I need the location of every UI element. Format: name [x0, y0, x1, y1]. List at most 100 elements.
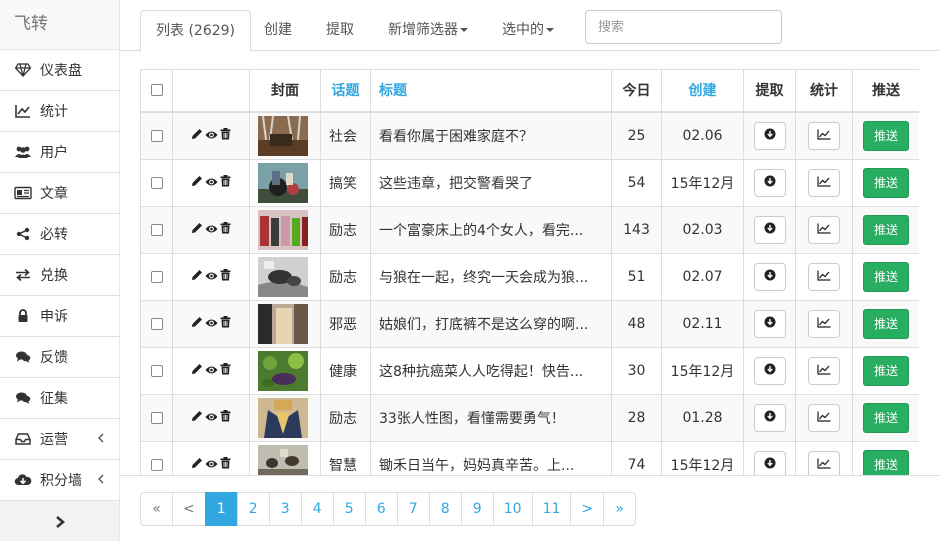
sidebar-item-appeal[interactable]: 申诉 — [0, 296, 119, 337]
page-button[interactable]: 6 — [364, 492, 398, 526]
stats-button[interactable] — [808, 450, 840, 475]
push-button[interactable]: 推送 — [863, 308, 909, 339]
trash-icon[interactable] — [220, 362, 231, 379]
search-input[interactable] — [585, 10, 782, 44]
extract-button[interactable] — [753, 121, 786, 150]
title-cell[interactable]: 看看你属于困难家庭不？ — [370, 111, 612, 160]
trash-icon[interactable] — [220, 409, 231, 426]
eye-icon[interactable] — [205, 175, 218, 191]
row-checkbox[interactable] — [150, 129, 163, 142]
stats-button[interactable] — [808, 403, 840, 432]
page-button[interactable]: 1 — [204, 492, 238, 526]
tab-list[interactable]: 列表 (2629) — [140, 10, 252, 52]
page-button[interactable]: 3 — [268, 492, 302, 526]
cover-image[interactable] — [258, 256, 308, 297]
trash-icon[interactable] — [220, 315, 231, 332]
next-page-button[interactable]: > — [570, 492, 605, 526]
cover-image[interactable] — [258, 115, 308, 156]
extract-button[interactable] — [753, 168, 786, 197]
created-header[interactable]: 创建 — [661, 69, 744, 113]
extract-button[interactable] — [753, 309, 786, 338]
last-page-button[interactable]: » — [603, 492, 637, 526]
stats-button[interactable] — [808, 356, 840, 385]
pencil-icon[interactable] — [191, 363, 203, 379]
extract-button[interactable] — [753, 262, 786, 291]
sidebar-collapse-button[interactable] — [0, 501, 119, 541]
pencil-icon[interactable] — [191, 269, 203, 285]
pencil-icon[interactable] — [191, 128, 203, 144]
sidebar-item-points-wall[interactable]: 积分墙 — [0, 460, 119, 501]
title-cell[interactable]: 与狼在一起，终究一天会成为狼... — [370, 252, 612, 301]
row-checkbox[interactable] — [150, 364, 163, 377]
extract-button[interactable] — [753, 215, 786, 244]
extract-button[interactable] — [753, 356, 786, 385]
push-button[interactable]: 推送 — [863, 402, 909, 433]
page-button[interactable]: 4 — [300, 492, 334, 526]
sidebar-item-operations[interactable]: 运营 — [0, 419, 119, 460]
trash-icon[interactable] — [220, 456, 231, 473]
tab-extract[interactable]: 提取 — [311, 10, 369, 51]
sidebar-item-exchange[interactable]: 兑换 — [0, 255, 119, 296]
stats-button[interactable] — [808, 215, 840, 244]
title-cell[interactable]: 一个富豪床上的4个女人，看完... — [370, 205, 612, 254]
sidebar-item-must-share[interactable]: 必转 — [0, 214, 119, 255]
row-checkbox[interactable] — [150, 176, 163, 189]
sidebar-item-collect[interactable]: 征集 — [0, 378, 119, 419]
page-button[interactable]: 8 — [428, 492, 462, 526]
eye-icon[interactable] — [205, 363, 218, 379]
pencil-icon[interactable] — [191, 222, 203, 238]
title-header[interactable]: 标题 — [370, 69, 612, 113]
stats-button[interactable] — [808, 121, 840, 150]
row-checkbox[interactable] — [150, 458, 163, 471]
sidebar-item-feedback[interactable]: 反馈 — [0, 337, 119, 378]
trash-icon[interactable] — [220, 127, 231, 144]
pencil-icon[interactable] — [191, 175, 203, 191]
sidebar-item-dashboard[interactable]: 仪表盘 — [0, 50, 119, 91]
page-button[interactable]: 11 — [531, 492, 572, 526]
pencil-icon[interactable] — [191, 457, 203, 473]
sidebar-item-stats[interactable]: 统计 — [0, 91, 119, 132]
cover-image[interactable] — [258, 303, 308, 344]
trash-icon[interactable] — [220, 268, 231, 285]
cover-image[interactable] — [258, 444, 308, 476]
eye-icon[interactable] — [205, 128, 218, 144]
trash-icon[interactable] — [220, 174, 231, 191]
page-button[interactable]: 10 — [492, 492, 533, 526]
select-all-checkbox[interactable] — [150, 84, 163, 97]
title-cell[interactable]: 姑娘们，打底裤不是这么穿的啊... — [370, 299, 612, 348]
page-button[interactable]: 9 — [460, 492, 494, 526]
extract-button[interactable] — [753, 403, 786, 432]
push-button[interactable]: 推送 — [863, 449, 909, 475]
stats-button[interactable] — [808, 168, 840, 197]
eye-icon[interactable] — [205, 410, 218, 426]
brand-logo[interactable]: 飞转 — [0, 0, 119, 50]
stats-button[interactable] — [808, 262, 840, 291]
eye-icon[interactable] — [205, 222, 218, 238]
cover-image[interactable] — [258, 397, 308, 438]
row-checkbox[interactable] — [150, 270, 163, 283]
title-cell[interactable]: 锄禾日当午，妈妈真辛苦。上... — [370, 440, 612, 475]
title-cell[interactable]: 这些违章，把交警看哭了 — [370, 158, 612, 207]
first-page-button[interactable]: « — [140, 492, 173, 526]
eye-icon[interactable] — [205, 316, 218, 332]
cover-image[interactable] — [258, 350, 308, 391]
sidebar-item-users[interactable]: 用户 — [0, 132, 119, 173]
title-cell[interactable]: 33张人性图，看懂需要勇气！ — [370, 393, 612, 442]
page-button[interactable]: 2 — [236, 492, 270, 526]
push-button[interactable]: 推送 — [863, 261, 909, 292]
push-button[interactable]: 推送 — [863, 355, 909, 386]
pencil-icon[interactable] — [191, 316, 203, 332]
topic-header[interactable]: 话题 — [320, 69, 371, 113]
sidebar-item-articles[interactable]: 文章 — [0, 173, 119, 214]
push-button[interactable]: 推送 — [863, 214, 909, 245]
tab-selected[interactable]: 选中的 — [487, 10, 569, 51]
pencil-icon[interactable] — [191, 410, 203, 426]
page-button[interactable]: 5 — [332, 492, 366, 526]
trash-icon[interactable] — [220, 221, 231, 238]
prev-page-button[interactable]: < — [172, 492, 206, 526]
title-cell[interactable]: 这8种抗癌菜人人吃得起！快告... — [370, 346, 612, 395]
cover-image[interactable] — [258, 162, 308, 203]
page-button[interactable]: 7 — [396, 492, 430, 526]
row-checkbox[interactable] — [150, 411, 163, 424]
extract-button[interactable] — [753, 450, 786, 475]
